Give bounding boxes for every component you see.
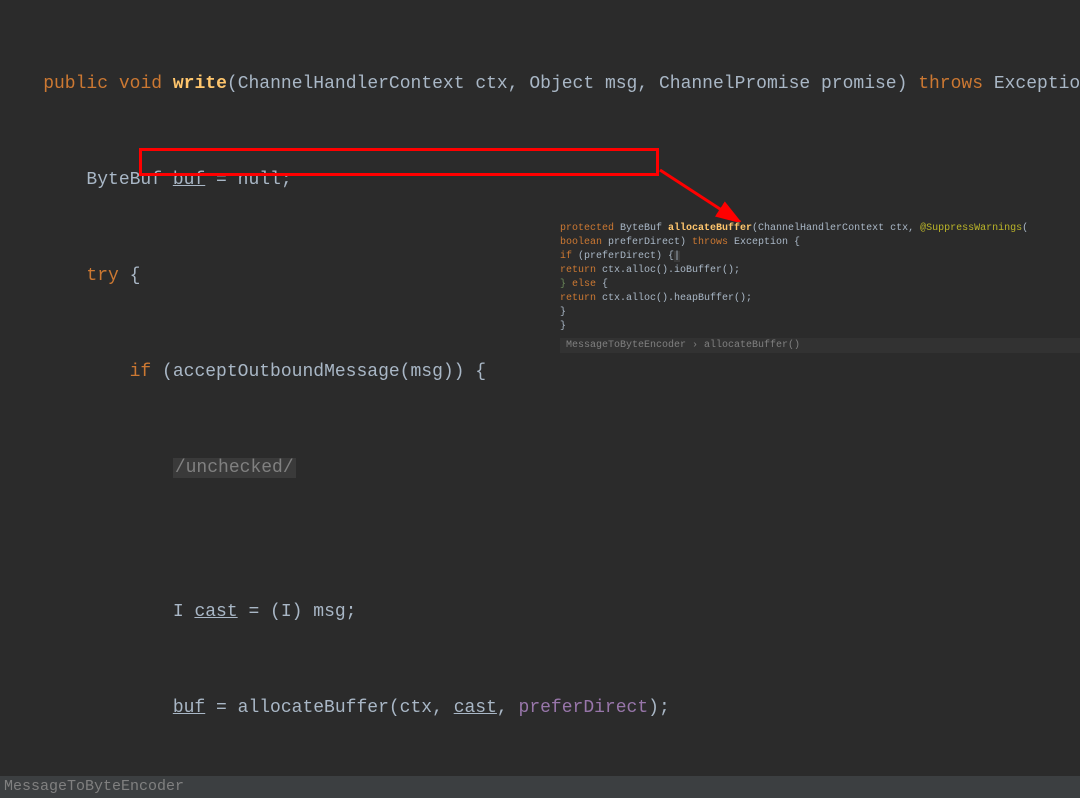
code-line: boolean preferDirect) throws Exception { — [560, 236, 1080, 250]
code-line: public void write(ChannelHandlerContext … — [0, 72, 1080, 96]
definition-popup-breadcrumb[interactable]: MessageToByteEncoder › allocateBuffer() — [560, 338, 1080, 353]
code-line: if (preferDirect) {| — [560, 250, 1080, 264]
code-line: protected ByteBuf allocateBuffer(Channel… — [560, 222, 1080, 236]
code-line: if (acceptOutboundMessage(msg)) { — [0, 360, 1080, 384]
code-line: } — [560, 320, 1080, 334]
code-editor[interactable]: public void write(ChannelHandlerContext … — [0, 0, 1080, 776]
code-line: I cast = (I) msg; — [0, 600, 1080, 624]
code-line: } — [560, 306, 1080, 320]
code-line: return ctx.alloc().ioBuffer(); — [560, 264, 1080, 278]
code-line: ByteBuf buf = null; — [0, 168, 1080, 192]
breadcrumb[interactable]: MessageToByteEncoder — [0, 776, 1080, 798]
code-line: return ctx.alloc().heapBuffer(); — [560, 292, 1080, 306]
code-line: } else { — [560, 278, 1080, 292]
code-line: buf = allocateBuffer(ctx, cast, preferDi… — [0, 696, 1080, 720]
code-line: /unchecked/ — [0, 456, 1080, 480]
breadcrumb-item[interactable]: MessageToByteEncoder — [4, 778, 184, 795]
definition-popup[interactable]: protected ByteBuf allocateBuffer(Channel… — [560, 222, 1080, 334]
